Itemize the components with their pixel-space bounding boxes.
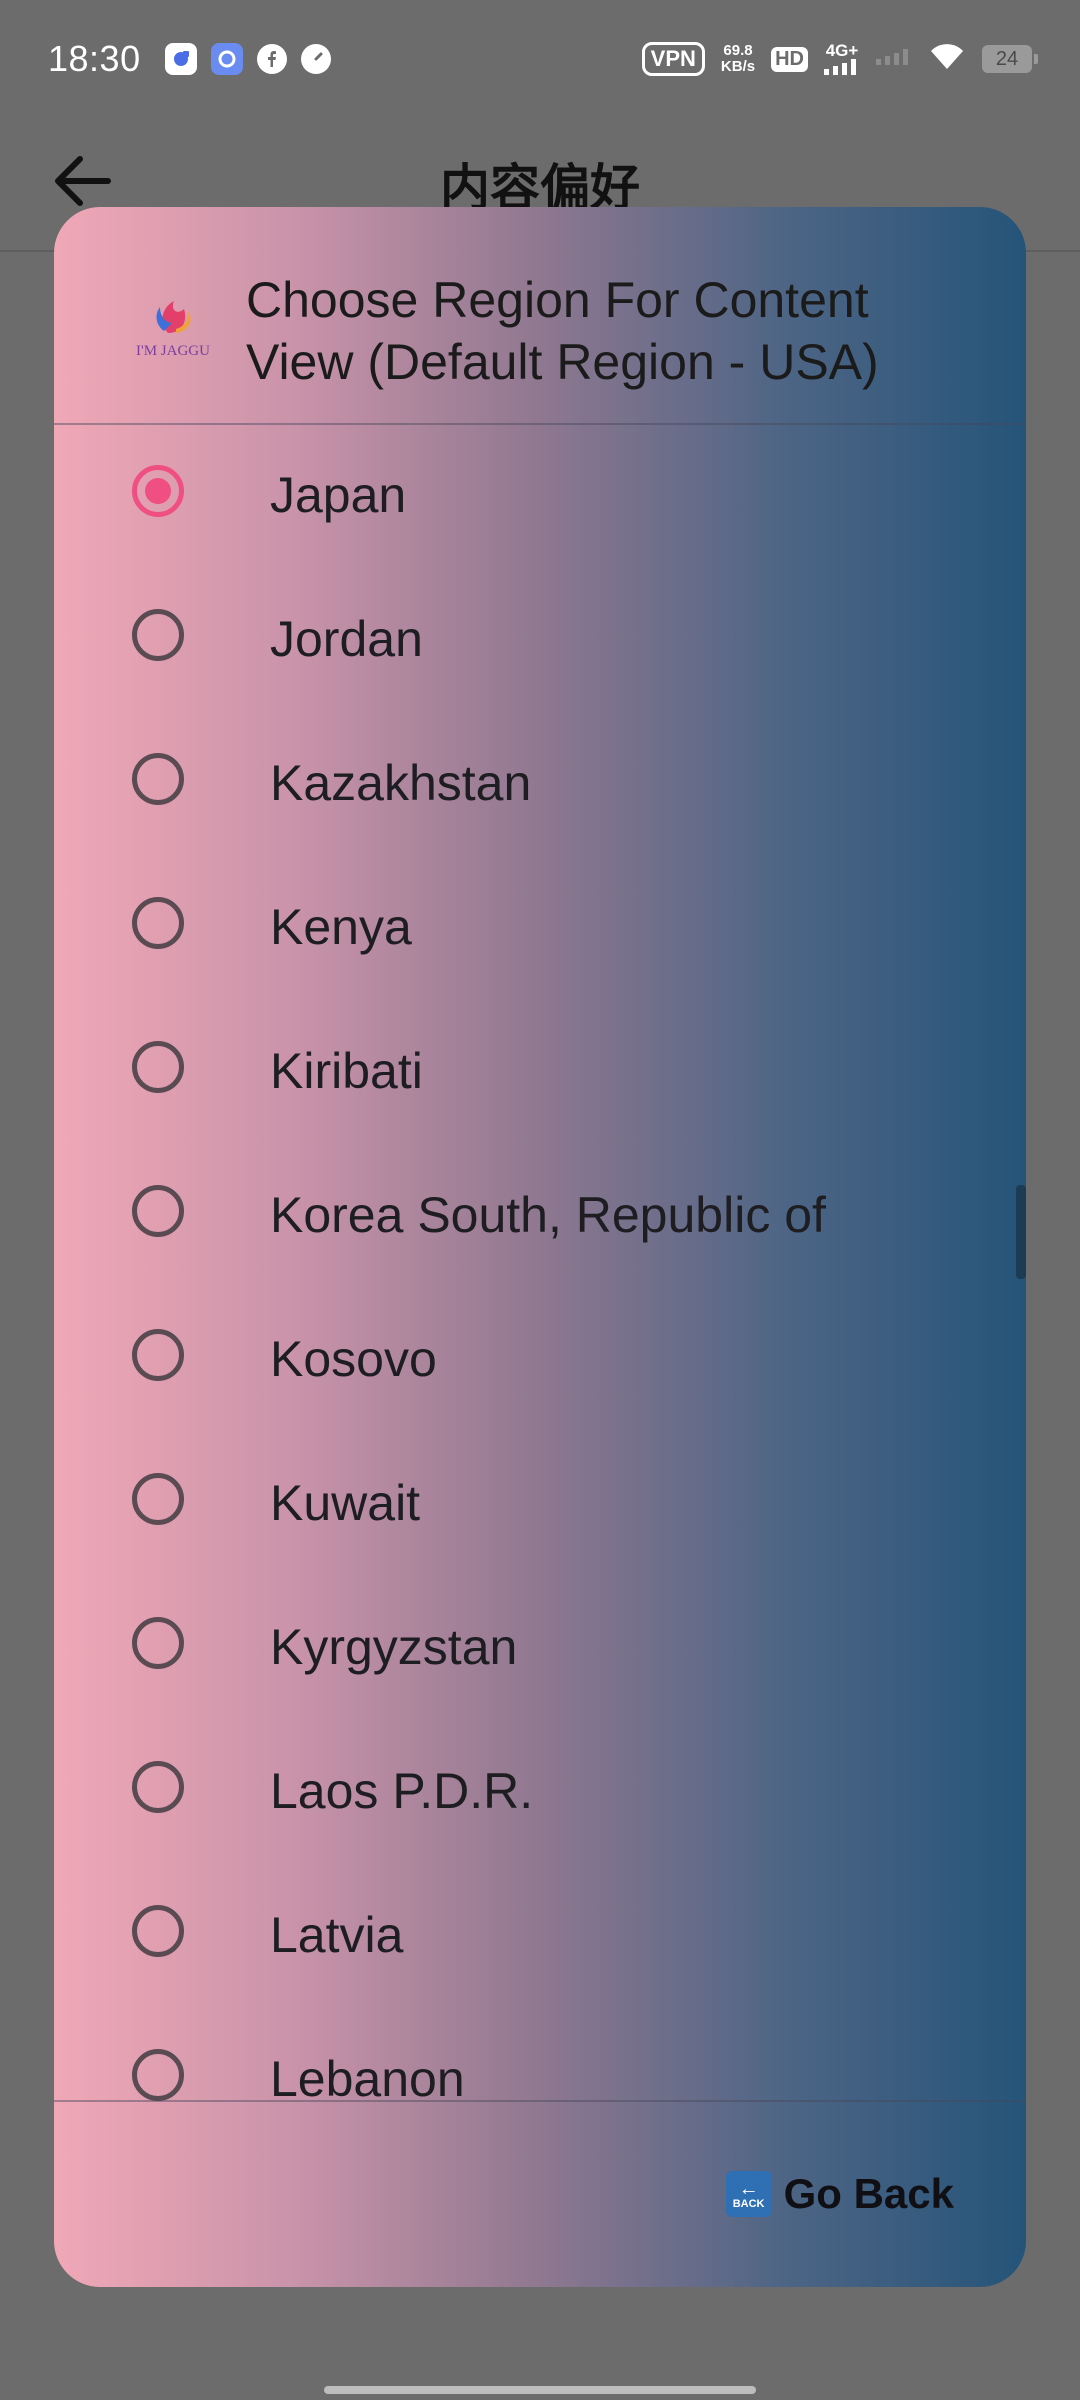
region-option-korea-south[interactable]: Korea South, Republic of (54, 1143, 1026, 1287)
region-label: Kosovo (270, 1331, 437, 1387)
network-speed-value: 69.8 (723, 42, 753, 59)
dialog-title: Choose Region For Content View (Default … (246, 272, 879, 390)
app-logo-text: I'M JAGGU (136, 343, 210, 359)
battery-indicator: 24 (982, 45, 1038, 73)
home-indicator[interactable] (324, 2386, 756, 2394)
region-option-jordan[interactable]: Jordan (54, 567, 1026, 711)
back-arrow-emoji-icon: ← BACK (725, 2171, 772, 2217)
radio-unchecked-icon[interactable] (132, 753, 184, 805)
region-label: Kenya (270, 899, 412, 955)
notification-icons (164, 43, 331, 75)
wifi-icon (928, 41, 966, 77)
region-label: Japan (270, 467, 407, 523)
go-back-label: Go Back (783, 2170, 954, 2217)
speedometer-icon (300, 44, 331, 74)
go-back-button[interactable]: ← BACK Go Back (725, 2170, 954, 2218)
radio-unchecked-icon[interactable] (132, 1905, 184, 1957)
hd-voice-badge: HD (771, 46, 808, 72)
region-option-japan[interactable]: Japan (54, 423, 1026, 567)
network-type-label: 4G+ (825, 41, 859, 60)
message-app-icon (164, 43, 197, 75)
cellular-signal-icon: 4G+ (824, 41, 860, 75)
region-dialog: I'M JAGGU Choose Region For Content View… (54, 207, 1026, 2287)
radio-unchecked-icon[interactable] (132, 1185, 184, 1237)
network-speed: 69.8 KB/s (721, 43, 755, 75)
status-time: 18:30 (48, 38, 141, 79)
region-label: Kiribati (270, 1043, 423, 1099)
radio-unchecked-icon[interactable] (132, 2049, 184, 2101)
radio-checked-icon[interactable] (132, 465, 184, 517)
radio-unchecked-icon[interactable] (132, 1617, 184, 1669)
region-option-kosovo[interactable]: Kosovo (54, 1287, 1026, 1431)
region-option-kiribati[interactable]: Kiribati (54, 999, 1026, 1143)
radio-unchecked-icon[interactable] (132, 1329, 184, 1381)
status-indicators: VPN 69.8 KB/s HD 4G+ 24 (641, 41, 1038, 77)
region-label: Jordan (270, 611, 423, 667)
region-list[interactable]: Japan Jordan Kazakhstan Kenya Kiribati K… (54, 423, 1026, 2287)
region-label: Kazakhstan (270, 755, 532, 811)
region-label: Kuwait (270, 1475, 421, 1531)
region-label: Kyrgyzstan (270, 1619, 518, 1675)
radio-unchecked-icon[interactable] (132, 609, 184, 661)
radio-unchecked-icon[interactable] (132, 1761, 184, 1813)
list-scrollbar[interactable] (1016, 1185, 1026, 1279)
facebook-icon (256, 44, 287, 74)
region-label: Latvia (270, 1907, 404, 1963)
network-speed-unit: KB/s (720, 58, 756, 75)
radio-unchecked-icon[interactable] (132, 1473, 184, 1525)
browser-app-icon (210, 43, 243, 75)
back-emoji-text: BACK (732, 2197, 765, 2210)
region-label: Laos P.D.R. (270, 1763, 534, 1819)
region-option-kyrgyzstan[interactable]: Kyrgyzstan (54, 1575, 1026, 1719)
region-option-kenya[interactable]: Kenya (54, 855, 1026, 999)
app-logo-icon: I'M JAGGU (128, 293, 218, 361)
region-label: Lebanon (270, 2051, 465, 2107)
second-sim-signal-icon (876, 47, 912, 71)
region-option-latvia[interactable]: Latvia (54, 1863, 1026, 2007)
vpn-badge: VPN (641, 42, 705, 76)
dialog-footer: ← BACK Go Back (54, 2100, 1026, 2287)
region-option-laos[interactable]: Laos P.D.R. (54, 1719, 1026, 1863)
radio-unchecked-icon[interactable] (132, 897, 184, 949)
region-option-kuwait[interactable]: Kuwait (54, 1431, 1026, 1575)
radio-unchecked-icon[interactable] (132, 1041, 184, 1093)
region-option-kazakhstan[interactable]: Kazakhstan (54, 711, 1026, 855)
dialog-header: I'M JAGGU Choose Region For Content View… (54, 207, 1026, 425)
status-bar: 18:30 VPN 69.8 KB/s HD 4G+ 24 (0, 0, 1080, 118)
region-label: Korea South, Republic of (270, 1187, 826, 1243)
